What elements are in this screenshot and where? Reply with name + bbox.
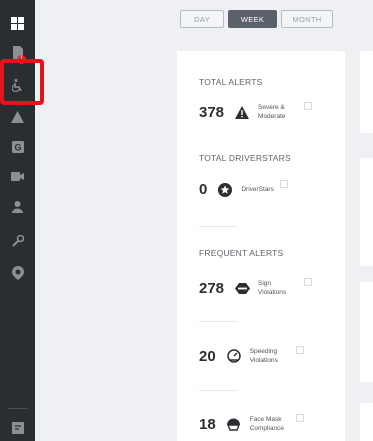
total-alerts-title: TOTAL ALERTS <box>199 77 263 87</box>
sidebar-divider <box>8 408 28 409</box>
video-camera-icon[interactable] <box>0 166 35 186</box>
total-driverstars-value: 0 <box>199 181 208 198</box>
period-toggle: DAY WEEK MONTH <box>180 10 333 28</box>
notes-icon[interactable] <box>0 418 35 438</box>
frequent-alert-value: 278 <box>199 279 225 297</box>
total-alerts-label: Severe & Moderate <box>258 104 286 120</box>
frequent-alert-item[interactable]: 20 Speeding Violations <box>199 346 304 365</box>
frequent-alert-item[interactable]: 18 Face Mask Compliance <box>199 414 304 433</box>
week-button[interactable]: WEEK <box>228 10 277 28</box>
frequent-alerts-title: FREQUENT ALERTS <box>199 248 284 258</box>
month-button[interactable]: MONTH <box>281 10 333 28</box>
side-card <box>360 51 373 133</box>
location-pin-icon[interactable] <box>0 263 35 283</box>
divider <box>199 390 237 391</box>
side-card <box>360 158 373 266</box>
frequent-alert-label: Speeding Violations <box>249 348 278 364</box>
frequent-alert-label: Sign Violations <box>258 280 287 296</box>
side-card <box>360 403 373 441</box>
face-mask-icon <box>226 416 242 432</box>
external-link-icon[interactable] <box>295 346 304 354</box>
person-icon[interactable] <box>0 197 35 217</box>
total-driverstars-label: DriverStars <box>241 186 274 193</box>
warning-icon[interactable] <box>0 107 35 127</box>
total-alerts-value: 378 <box>199 103 225 121</box>
divider <box>199 321 237 322</box>
side-card <box>360 282 373 382</box>
dashboard-icon[interactable] <box>0 13 35 33</box>
wrench-icon[interactable] <box>0 231 35 251</box>
g-icon[interactable]: G <box>0 137 35 157</box>
svg-text:G: G <box>14 143 21 153</box>
stop-sign-icon <box>234 280 250 296</box>
total-alerts-metric[interactable]: 378 Severe & Moderate <box>199 102 313 121</box>
external-link-icon[interactable] <box>279 179 288 188</box>
frequent-alert-value: 18 <box>199 415 216 433</box>
warning-triangle-icon <box>234 104 250 120</box>
total-driverstars-title: TOTAL DRIVERSTARS <box>199 153 291 163</box>
total-driverstars-metric[interactable]: 0 DriverStars <box>199 179 288 198</box>
frequent-alert-item[interactable]: 278 Sign Violations <box>199 278 313 297</box>
frequent-alert-value: 20 <box>199 347 216 365</box>
frequent-alert-label: Face Mask Compliance <box>249 416 285 432</box>
divider <box>199 226 237 227</box>
alerts-summary-card: TOTAL ALERTS 378 Severe & Moderate TOTAL… <box>177 51 345 441</box>
external-link-icon[interactable] <box>304 278 313 286</box>
speedometer-icon <box>226 348 242 364</box>
star-badge-icon <box>217 182 233 198</box>
external-link-icon[interactable] <box>304 102 313 110</box>
highlight-box <box>0 59 44 105</box>
external-link-icon[interactable] <box>295 414 304 422</box>
day-button[interactable]: DAY <box>180 10 224 28</box>
